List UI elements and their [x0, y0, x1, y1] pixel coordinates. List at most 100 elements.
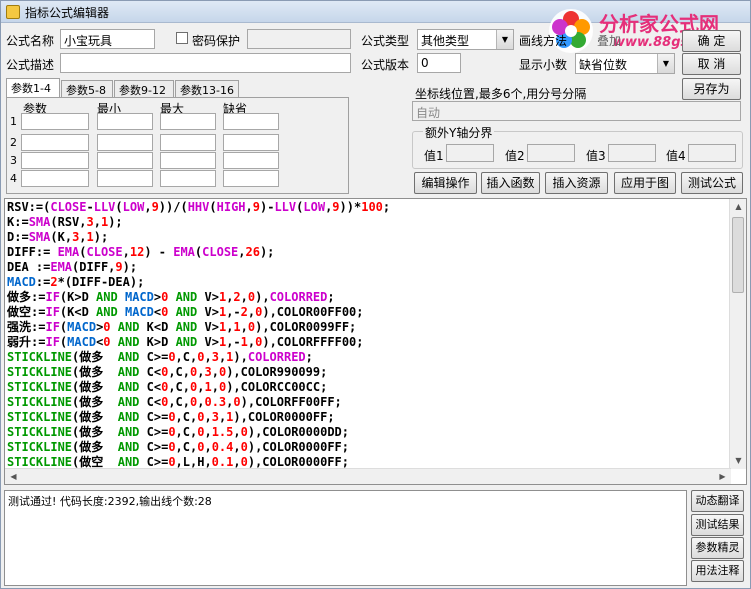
code-line: 做空:=IF(K<D AND MACD<0 AND V>1,-2,0),COLO… — [7, 305, 390, 320]
code-token: EMA — [173, 245, 195, 259]
code-token: 0 — [240, 440, 248, 454]
scroll-thumb[interactable] — [732, 217, 744, 293]
decimals-select[interactable]: 缺省位数 ▼ — [575, 53, 675, 74]
insert-function-button[interactable]: 插入函数 — [481, 172, 540, 194]
param-4-name[interactable] — [21, 170, 89, 187]
code-token: ,C, — [175, 425, 198, 439]
code-line: MACD:=2*(DIFF-DEA); — [7, 275, 390, 290]
param-row-num: 1 — [10, 115, 17, 128]
code-token: := — [31, 290, 46, 304]
param-2-min[interactable] — [97, 134, 153, 151]
code-token: , — [245, 200, 253, 214]
code-token: 弱升 — [7, 335, 32, 349]
code-token: STICKLINE — [7, 410, 73, 424]
value-4-input[interactable] — [688, 144, 736, 162]
type-select[interactable]: 其他类型 ▼ — [417, 29, 514, 50]
version-input[interactable]: 0 — [417, 53, 461, 73]
code-token: ),COLORFF00FF; — [240, 395, 342, 409]
param-3-name[interactable] — [21, 152, 89, 169]
code-token: 0 — [240, 425, 248, 439]
save-as-button[interactable]: 另存为 — [682, 78, 741, 100]
code-token: SMA — [28, 230, 51, 244]
code-token: , — [204, 425, 212, 439]
code-token: ), — [255, 290, 270, 304]
code-token: 3 — [86, 215, 94, 229]
code-token: K<D — [139, 320, 176, 334]
param-2-default[interactable] — [223, 134, 279, 151]
cancel-button[interactable]: 取 消 — [682, 53, 741, 75]
code-token: ),COLOR00FF00; — [262, 305, 364, 319]
value-1-input[interactable] — [446, 144, 494, 162]
code-token: 9 — [252, 200, 260, 214]
code-token: (做多 — [72, 350, 118, 364]
code-token: ,- — [226, 305, 241, 319]
type-select-value: 其他类型 — [421, 34, 470, 48]
test-result-button[interactable]: 测试结果 — [691, 514, 744, 536]
code-token: ,C, — [168, 365, 191, 379]
param-1-default[interactable] — [223, 113, 279, 130]
tab-params-1-4[interactable]: 参数1-4 — [6, 78, 60, 98]
param-4-default[interactable] — [223, 170, 279, 187]
code-token: , — [240, 320, 248, 334]
ok-button[interactable]: 确 定 — [682, 30, 741, 52]
code-token: ,L,H, — [175, 455, 212, 469]
scroll-down-icon[interactable]: ▼ — [730, 453, 746, 469]
tab-params-5-8[interactable]: 参数5-8 — [61, 80, 113, 98]
vertical-scrollbar[interactable]: ▲ ▼ — [729, 199, 746, 469]
code-token: 0 — [103, 335, 111, 349]
code-token: SMA — [28, 215, 51, 229]
value-3-input[interactable] — [608, 144, 656, 162]
code-token: 0 — [168, 350, 176, 364]
usage-notes-button[interactable]: 用法注释 — [691, 560, 744, 582]
chevron-down-icon: ▼ — [496, 30, 513, 49]
code-token: MACD — [67, 335, 97, 349]
code-token: 2 — [240, 305, 248, 319]
code-token: AND — [117, 425, 140, 439]
axis-input[interactable]: 自动 — [412, 101, 741, 121]
code-token: C>= — [139, 440, 169, 454]
edit-ops-button[interactable]: 编辑操作 — [414, 172, 477, 194]
scroll-right-icon[interactable]: ▶ — [714, 469, 731, 484]
tab-params-13-16[interactable]: 参数13-16 — [175, 80, 239, 98]
code-token: HHV — [187, 200, 210, 214]
scroll-up-icon[interactable]: ▲ — [730, 199, 746, 215]
param-1-max[interactable] — [160, 113, 216, 130]
password-checkbox[interactable] — [176, 32, 188, 44]
code-token: 12 — [129, 245, 145, 259]
desc-input[interactable] — [60, 53, 351, 73]
scroll-left-icon[interactable]: ◀ — [5, 469, 22, 484]
param-1-min[interactable] — [97, 113, 153, 130]
value-1-label: 值1 — [424, 149, 444, 163]
code-editor[interactable]: RSV:=(CLOSE-LLV(LOW,9))/(HHV(HIGH,9)-LLV… — [4, 198, 747, 485]
param-3-min[interactable] — [97, 152, 153, 169]
translate-button[interactable]: 动态翻译 — [691, 490, 744, 512]
code-token: , — [233, 425, 241, 439]
password-input[interactable] — [247, 29, 351, 49]
param-1-name[interactable] — [21, 113, 89, 130]
horizontal-scrollbar[interactable]: ◀ ▶ — [5, 468, 731, 484]
name-input[interactable]: 小宝玩具 — [60, 29, 155, 49]
param-2-name[interactable] — [21, 134, 89, 151]
code-token: STICKLINE — [7, 380, 73, 394]
code-token: DEA := — [7, 260, 51, 274]
param-3-max[interactable] — [160, 152, 216, 169]
param-4-max[interactable] — [160, 170, 216, 187]
code-token: 2 — [50, 275, 58, 289]
output-panel[interactable]: 测试通过! 代码长度:2392,输出线个数:28 — [4, 490, 687, 586]
test-formula-button[interactable]: 测试公式 — [681, 172, 743, 194]
param-3-default[interactable] — [223, 152, 279, 169]
param-4-min[interactable] — [97, 170, 153, 187]
code-token: ),COLORFFFF00; — [262, 335, 364, 349]
code-token: (做多 — [72, 440, 118, 454]
apply-to-chart-button[interactable]: 应用于图 — [614, 172, 676, 194]
tab-params-9-12[interactable]: 参数9-12 — [114, 80, 174, 98]
param-wizard-button[interactable]: 参数精灵 — [691, 537, 744, 559]
code-token: ),COLOR990099; — [226, 365, 328, 379]
code-token: ))* — [339, 200, 362, 214]
axis-label: 坐标线位置,最多6个,用分号分隔 — [415, 87, 587, 101]
insert-resource-button[interactable]: 插入资源 — [545, 172, 608, 194]
param-2-max[interactable] — [160, 134, 216, 151]
value-2-input[interactable] — [527, 144, 575, 162]
